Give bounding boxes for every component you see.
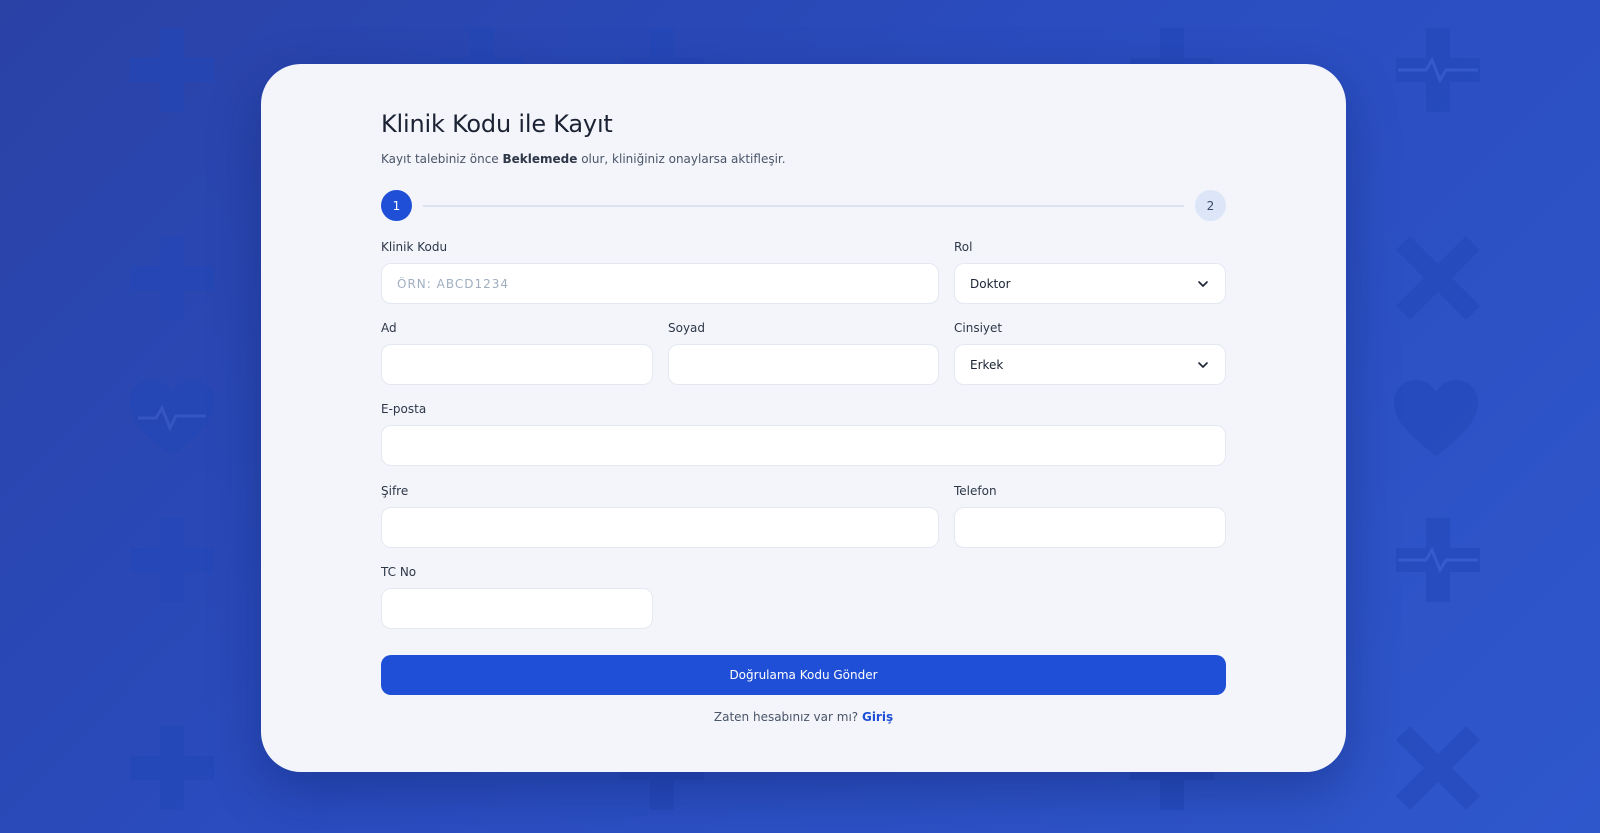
email-input[interactable] [381,425,1226,466]
login-prompt: Zaten hesabınız var mı? Giriş [713,710,894,724]
first-name-label: Ad [381,321,397,335]
gender-select[interactable]: Erkek [954,344,1226,385]
phone-label: Telefon [954,484,997,498]
login-link[interactable]: Giriş [862,710,893,724]
chevron-down-icon [1198,280,1208,287]
role-select-value: Doktor [970,276,1011,291]
medical-cross-icon [130,236,214,320]
medical-cross-icon [130,726,214,810]
medical-cross-icon [130,518,214,602]
caduceus-icon [1396,726,1480,810]
heart-pulse-icon [1392,378,1480,458]
gender-label: Cinsiyet [954,321,1003,335]
heart-pulse-icon [128,378,216,458]
medical-cross-icon [1396,518,1480,602]
medical-cross-icon [1396,28,1480,112]
page-subtitle: Kayıt talebiniz önce Beklemede olur, kli… [381,152,786,166]
tc-no-input[interactable] [381,588,653,629]
medical-cross-icon [130,28,214,112]
first-name-input[interactable] [381,344,653,385]
step-1: 1 [381,190,412,221]
caduceus-icon [1396,236,1480,320]
last-name-input[interactable] [668,344,939,385]
chevron-down-icon [1198,361,1208,368]
status-pending-text: Beklemede [502,152,578,166]
password-input[interactable] [381,507,939,548]
registration-card: Klinik Kodu ile Kayıt Kayıt talebiniz ön… [261,64,1346,772]
gender-select-value: Erkek [970,357,1004,372]
email-label: E-posta [381,402,427,416]
role-select[interactable]: Doktor [954,263,1226,304]
step-2: 2 [1195,190,1226,221]
clinic-code-label: Klinik Kodu [381,240,448,254]
clinic-code-input[interactable] [381,263,939,304]
phone-input[interactable] [954,507,1226,548]
last-name-label: Soyad [668,321,706,335]
stepper-line [423,205,1184,207]
send-verification-code-button[interactable]: Doğrulama Kodu Gönder [381,655,1226,695]
role-label: Rol [954,240,973,254]
stepper: 1 2 [381,190,1226,222]
password-label: Şifre [381,484,409,498]
page-title: Klinik Kodu ile Kayıt [381,110,613,138]
tc-no-label: TC No [381,565,417,579]
